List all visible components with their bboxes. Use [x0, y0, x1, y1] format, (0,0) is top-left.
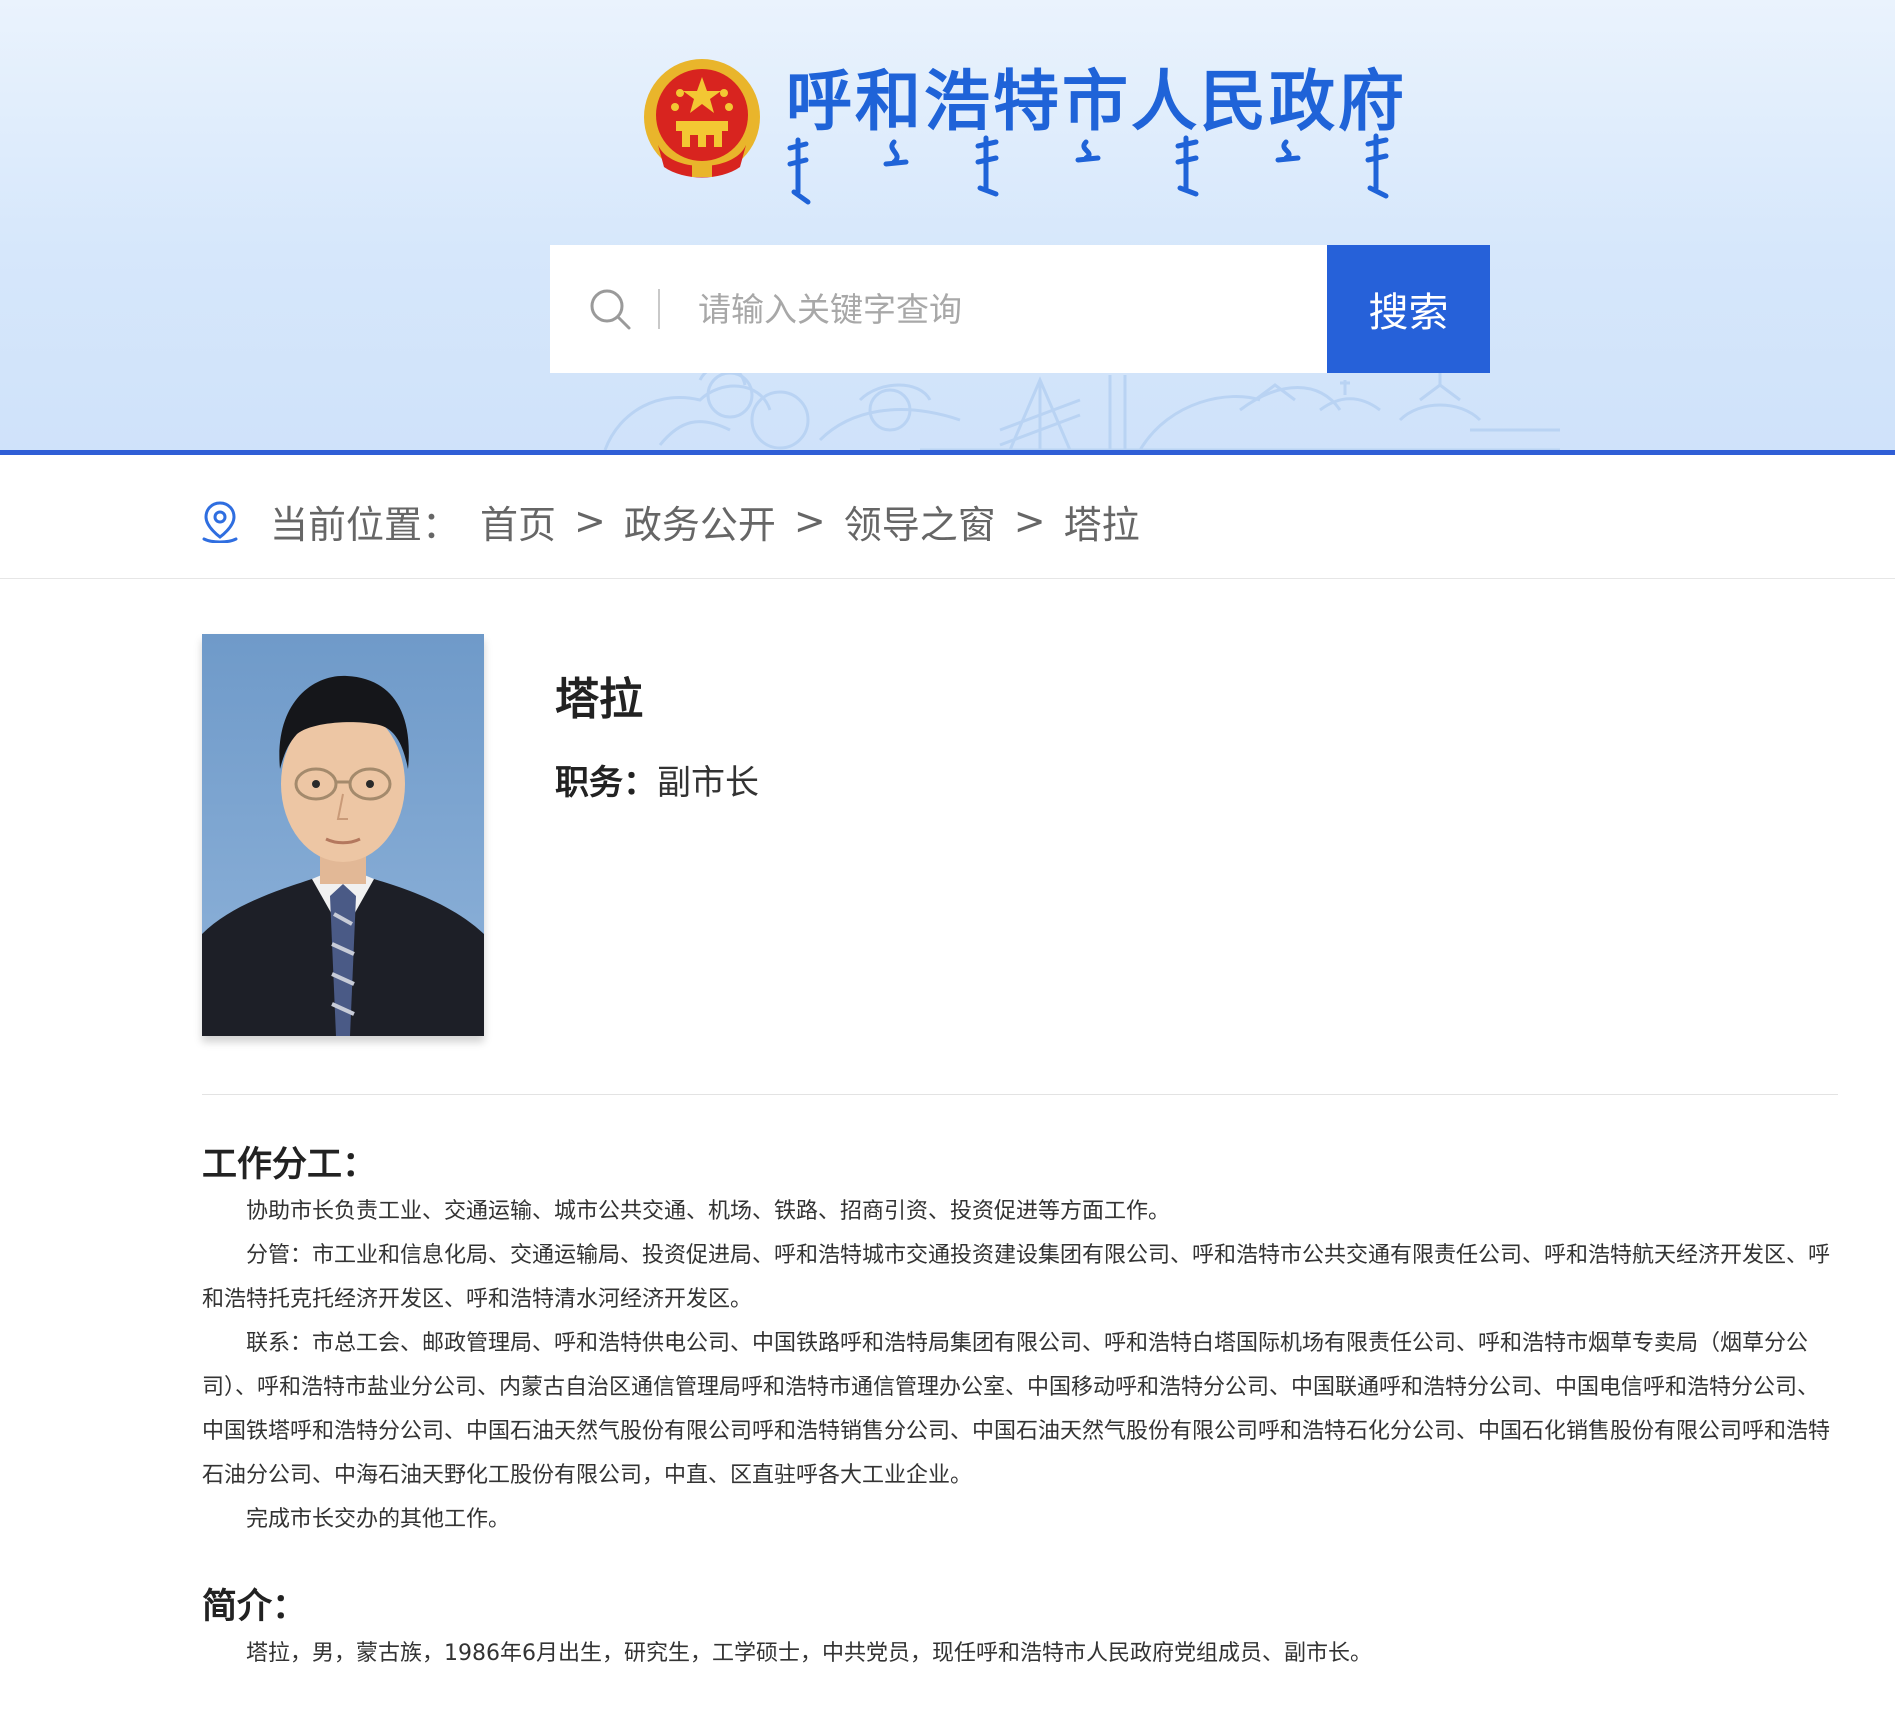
national-emblem-icon: [644, 59, 760, 178]
bio-paragraph: 塔拉，男，蒙古族，1986年6月出生，研究生，工学硕士，中共党员，现任呼和浩特市…: [246, 1641, 1372, 1666]
breadcrumb-separator: >: [793, 499, 826, 543]
profile-divider: [202, 1094, 1838, 1095]
mongolian-script-title: [786, 132, 1406, 207]
breadcrumb-label: 当前位置：: [270, 502, 461, 547]
site-title: 呼和浩特市人民政府: [786, 63, 1407, 140]
breadcrumb-current: 塔拉: [1063, 502, 1140, 547]
position-value: 副市长: [657, 763, 759, 803]
search-separator: [658, 289, 660, 329]
bio-title: 简介：: [202, 1587, 308, 1627]
breadcrumb-separator: >: [1013, 499, 1046, 543]
breadcrumb-separator: >: [574, 499, 606, 543]
search-box: [550, 245, 1327, 373]
duties-paragraph: 完成市长交办的其他工作。: [246, 1507, 511, 1532]
breadcrumb-gov-affairs[interactable]: 政务公开: [624, 494, 776, 549]
leader-photo: [202, 634, 484, 1036]
search-input[interactable]: [696, 268, 1327, 350]
leader-name: 塔拉: [555, 674, 643, 725]
duties-paragraph: 协助市长负责工业、交通运输、城市公共交通、机场、铁路、招商引资、投资促进等方面工…: [246, 1199, 1171, 1224]
position-label: 职务：: [555, 763, 657, 803]
search-icon[interactable]: [588, 287, 632, 331]
leader-position: 职务：副市长: [555, 755, 759, 804]
duties-paragraph: 联系：市总工会、邮政管理局、呼和浩特供电公司、中国铁路呼和浩特局集团有限公司、呼…: [202, 1331, 1831, 1488]
breadcrumb-leaders-window[interactable]: 领导之窗: [844, 494, 996, 549]
breadcrumb-divider: [0, 578, 1895, 579]
duties-body: 协助市长负责工业、交通运输、城市公共交通、机场、铁路、招商引资、投资促进等方面工…: [202, 1190, 1838, 1542]
header-accent-bar: [0, 450, 1895, 455]
duties-title: 工作分工：: [202, 1145, 378, 1185]
duties-paragraph: 分管：市工业和信息化局、交通运输局、投资促进局、呼和浩特城市交通投资建设集团有限…: [202, 1243, 1831, 1312]
leader-portrait-graphic: [202, 634, 484, 1036]
search-button[interactable]: 搜索: [1327, 245, 1490, 373]
mongolian-script-graphic: [787, 133, 1389, 205]
site-header: 呼和浩特市人民政府 搜索: [0, 0, 1895, 455]
breadcrumb: 当前位置： 首页 > 政务公开 > 领导之窗 > 塔拉: [200, 493, 1140, 549]
bio-body: 塔拉，男，蒙古族，1986年6月出生，研究生，工学硕士，中共党员，现任呼和浩特市…: [202, 1632, 1838, 1676]
location-pin-icon: [202, 501, 238, 543]
breadcrumb-home[interactable]: 首页: [480, 494, 556, 549]
